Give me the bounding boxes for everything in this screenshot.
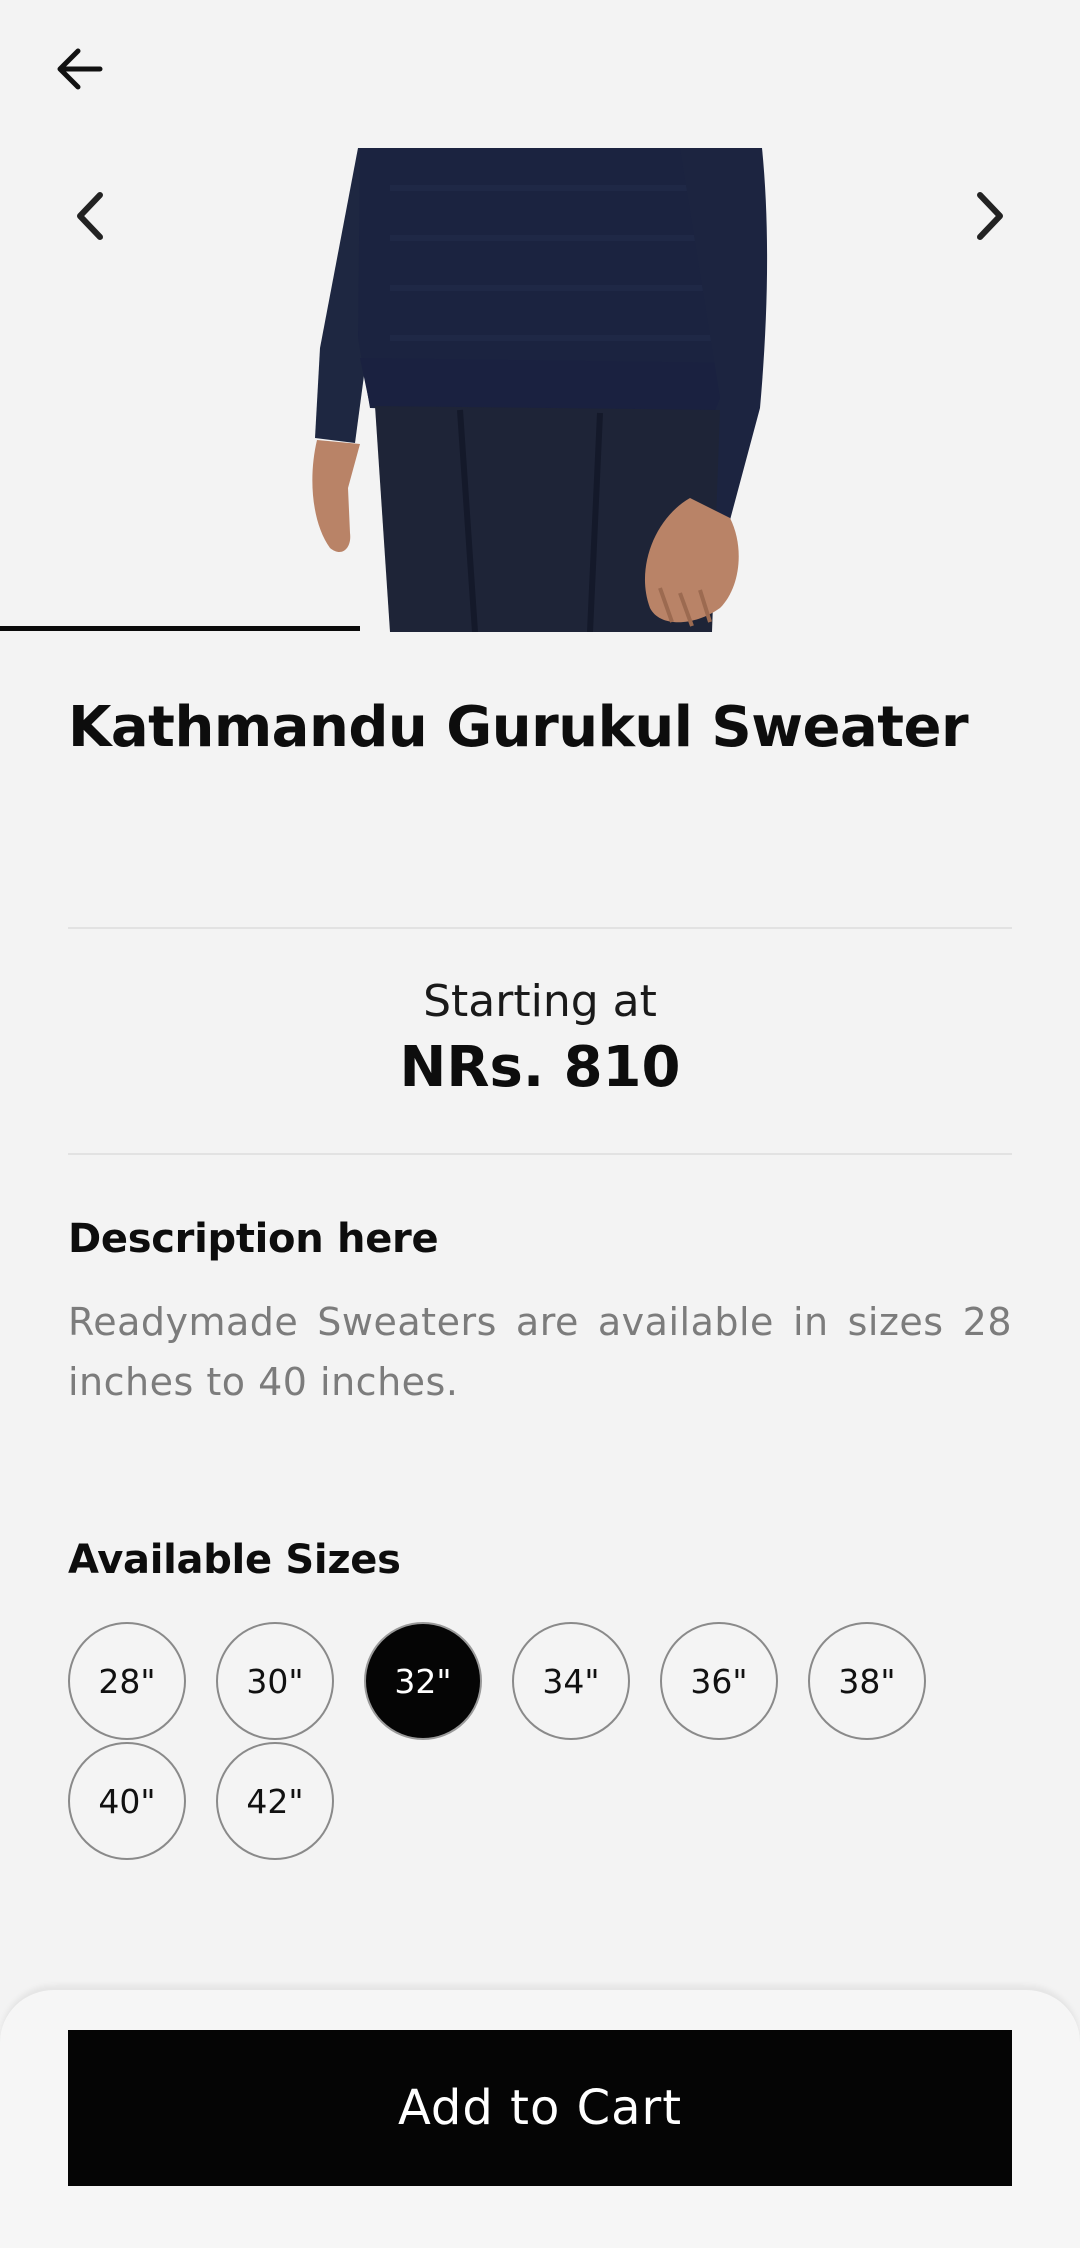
size-option[interactable]: 34" xyxy=(512,1622,630,1740)
description-text: Readymade Sweaters are available in size… xyxy=(68,1300,1012,1404)
arrow-left-icon xyxy=(57,48,103,90)
carousel-prev-button[interactable] xyxy=(55,166,125,266)
carousel-next-button[interactable] xyxy=(955,166,1025,266)
product-title: Kathmandu Gurukul Sweater xyxy=(68,695,969,760)
bottom-action-bar: Add to Cart xyxy=(0,1988,1080,2248)
sizes-heading: Available Sizes xyxy=(68,1537,401,1583)
price-block: Starting at NRs. 810 xyxy=(68,972,1012,1104)
price-caption: Starting at xyxy=(423,976,657,1027)
product-detail-screen: Kathmandu Gurukul Sweater Starting at NR… xyxy=(0,0,1080,2248)
size-option[interactable]: 28" xyxy=(68,1622,186,1740)
chevron-right-icon xyxy=(977,192,1003,240)
carousel-progress-fill xyxy=(0,626,360,631)
size-option[interactable]: 36" xyxy=(660,1622,778,1740)
size-option[interactable]: 32" xyxy=(364,1622,482,1740)
size-option[interactable]: 30" xyxy=(216,1622,334,1740)
product-image xyxy=(312,148,768,632)
carousel-progress-bar xyxy=(0,626,1080,632)
chevron-left-icon xyxy=(77,192,103,240)
back-button[interactable] xyxy=(44,34,114,104)
size-option[interactable]: 38" xyxy=(808,1622,926,1740)
add-to-cart-button[interactable]: Add to Cart xyxy=(68,2030,1012,2186)
description-heading: Description here xyxy=(68,1216,439,1262)
divider xyxy=(68,1153,1012,1155)
product-image-carousel[interactable] xyxy=(0,148,1080,632)
size-option[interactable]: 40" xyxy=(68,1742,186,1860)
divider xyxy=(68,927,1012,929)
size-selector: 28" 30" 32" 34" 36" 38" 40" 42" xyxy=(68,1622,1012,1860)
size-option[interactable]: 42" xyxy=(216,1742,334,1860)
price-value: NRs. 810 xyxy=(399,1035,681,1100)
